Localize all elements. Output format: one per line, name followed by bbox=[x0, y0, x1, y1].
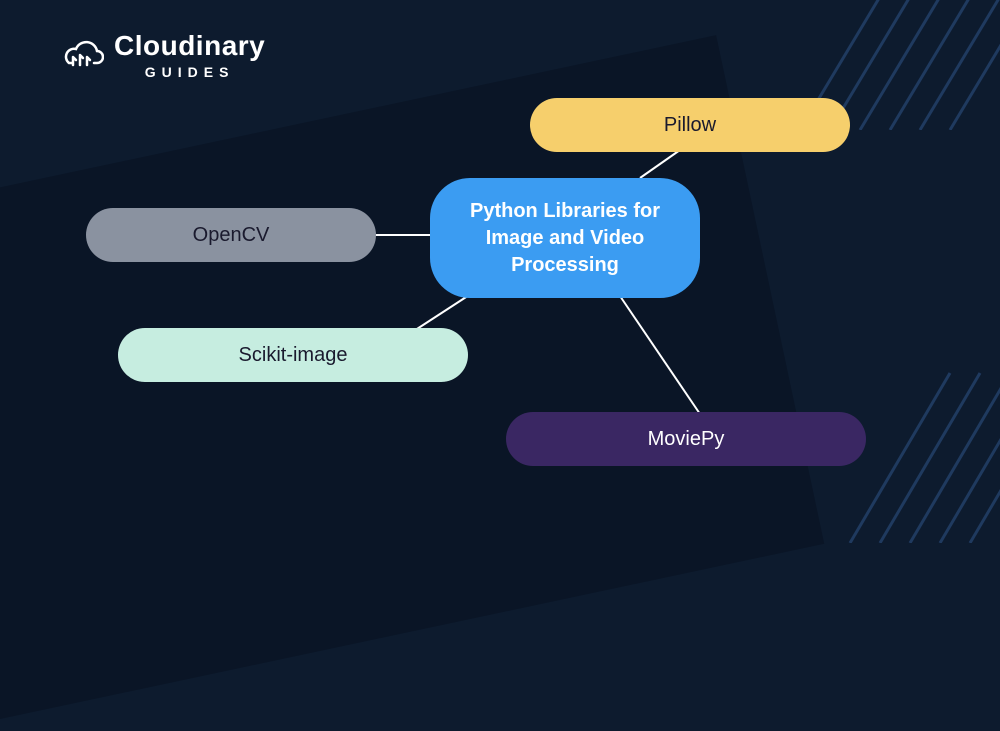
center-node-label: Python Libraries for Image and Video Pro… bbox=[460, 198, 670, 279]
cloud-icon bbox=[60, 37, 104, 74]
center-node: Python Libraries for Image and Video Pro… bbox=[430, 178, 700, 298]
node-pillow: Pillow bbox=[530, 98, 850, 152]
node-opencv-label: OpenCV bbox=[193, 224, 270, 247]
node-pillow-label: Pillow bbox=[664, 114, 716, 137]
brand-name: Cloudinary bbox=[114, 30, 265, 62]
node-moviepy-label: MoviePy bbox=[648, 428, 725, 451]
node-moviepy: MoviePy bbox=[506, 412, 866, 466]
node-opencv: OpenCV bbox=[86, 208, 376, 262]
brand-logo: Cloudinary GUIDES bbox=[60, 30, 265, 80]
node-scikit: Scikit-image bbox=[118, 328, 468, 382]
brand-subtitle: GUIDES bbox=[145, 64, 235, 80]
node-scikit-label: Scikit-image bbox=[239, 344, 348, 367]
